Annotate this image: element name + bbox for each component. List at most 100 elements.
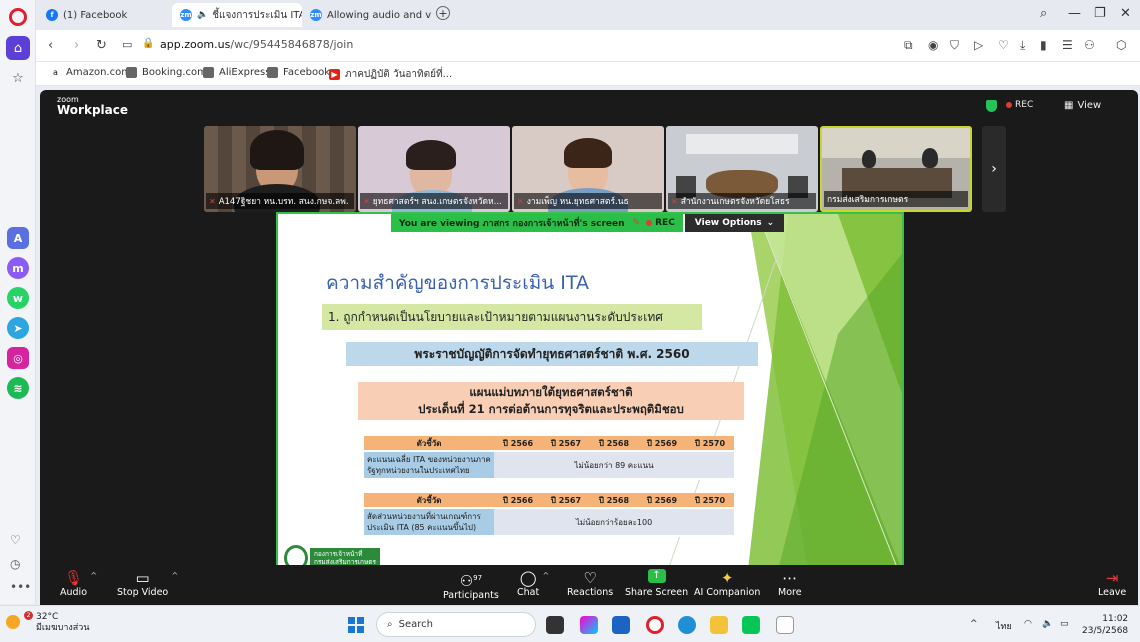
home-icon[interactable]: ⌂ [6,36,30,60]
audio-button[interactable]: 🎙 Audio ^ [60,569,97,598]
speaker-icon[interactable]: 🔈 [197,10,208,20]
restore-button[interactable]: ❐ [1094,6,1106,21]
battery-icon[interactable]: ▭ [1060,619,1069,629]
recording-indicator[interactable]: REC [1006,100,1033,110]
heart-icon[interactable]: ♡ [998,38,1009,52]
chat-button[interactable]: ◯ Chat ^ [517,569,549,598]
muted-mic-icon: ✎ [632,218,641,228]
spotify-icon[interactable]: ≋ [7,377,29,399]
chevron-up-icon[interactable]: ^ [90,571,97,580]
weather-widget[interactable]: 32°C มีเมฆบางส่วน [22,612,89,634]
muted-mic-icon: 🎙 [63,569,84,587]
reactions-button[interactable]: ♡ Reactions [567,569,613,598]
tab-zoom-audio[interactable]: zm Allowing audio and video [302,3,432,27]
reload-button[interactable]: ↻ [96,38,107,53]
slide-title: ความสำคัญของการประเมิน ITA [326,272,590,294]
tab-facebook[interactable]: f (1) Facebook [38,3,166,27]
volume-icon[interactable]: 🔈 [1042,619,1053,629]
minimize-button[interactable]: — [1068,6,1081,21]
encryption-shield-icon[interactable] [986,100,997,112]
participant-tile[interactable]: ✕ งามเพ็ญ หน.ยุทธศาสตร์.นธ [512,126,664,212]
aria-app-icon[interactable]: A [7,227,29,249]
back-button[interactable]: ‹ [48,38,53,53]
shield-icon[interactable]: ⛉ [950,38,959,53]
document-icon[interactable] [776,616,794,634]
weather-sun-icon[interactable] [6,615,20,629]
language-indicator[interactable]: ไทย [996,619,1012,633]
indicator-table-1: ตัวชี้วัด ปี 2566 ปี 2567 ปี 2568 ปี 256… [364,436,734,480]
stop-video-button[interactable]: ▭ Stop Video ^ [117,569,178,598]
tab-strip: f (1) Facebook zm 🔈 ชี้แจงการประเมิน ITA… [36,0,1140,30]
heart-icon[interactable]: ♡ [10,533,21,547]
task-view-icon[interactable] [546,616,564,634]
copilot-icon[interactable] [580,616,598,634]
download-icon[interactable]: ⤓ [1020,38,1025,53]
snapshot-icon[interactable]: ⧉ [904,38,913,53]
opera-logo-icon[interactable] [9,8,27,26]
zoom-icon: zm [310,9,322,21]
more-dots-icon[interactable]: ••• [10,580,31,594]
wifi-icon[interactable]: ◠ [1024,619,1032,629]
chevron-up-icon[interactable]: ^ [543,571,550,580]
tab-zoom-meeting[interactable]: zm 🔈 ชี้แจงการประเมิน ITA 256 [172,3,302,27]
star-icon[interactable]: ☆ [6,66,30,90]
whatsapp-icon[interactable]: w [7,287,29,309]
camera-permission-icon[interactable]: ▭ [122,38,132,51]
facebook-icon: f [46,9,58,21]
muted-mic-icon: ✕ [209,196,216,206]
battery-icon[interactable]: ▮ [1040,38,1047,52]
bookmark-booking[interactable]: Booking.com [126,67,207,78]
edge-icon[interactable] [678,616,696,634]
participants-button[interactable]: ⚇97 Participants [443,569,499,601]
search-tabs-icon[interactable]: ⌕ [1040,6,1047,21]
chevron-up-icon[interactable]: ^ [172,571,179,580]
url-field[interactable]: app.zoom.us/wc/95445846878/join [160,38,353,51]
camera-icon[interactable]: ◉ [928,38,938,52]
participant-tile[interactable]: ✕ A147ฐิชยา หน.บรท. สนง.กษจ.ลพ. [204,126,356,212]
chat-bubble-icon: ◯ [519,569,537,587]
leave-button[interactable]: ⇥ Leave [1098,569,1126,598]
instagram-icon[interactable]: ◎ [7,347,29,369]
extensions-icon[interactable]: ⬡ [1116,38,1126,52]
view-button[interactable]: ▦ View [1064,100,1101,111]
windows-start-icon[interactable] [348,617,364,633]
amazon-icon: a [53,68,58,77]
play-icon[interactable]: ▷ [974,38,983,52]
muted-mic-icon: ✕ [363,196,370,206]
ai-companion-button[interactable]: ✦ AI Companion [694,569,760,598]
easy-setup-icon[interactable]: ☰ [1062,38,1073,52]
telegram-icon[interactable]: ➤ [7,317,29,339]
participant-name: ✕ A147ฐิชยา หน.บรท. สนง.กษจ.ลพ. [206,193,354,209]
bookmark-youtube[interactable]: ▶ ภาคปฏิบัติ วันอาทิตย์ที่... [329,67,452,82]
table-header-row: ตัวชี้วัด ปี 2566 ปี 2567 ปี 2568 ปี 256… [364,436,734,451]
opera-taskbar-icon[interactable] [646,616,664,634]
next-participants-button[interactable]: › [982,126,1006,212]
participant-tile[interactable]: ✕ สำนักงานเกษตรจังหวัดยโสธร [666,126,818,212]
bookmark-amazon[interactable]: a Amazon.com [50,67,131,78]
forward-button[interactable]: › [74,38,79,53]
taskbar-search[interactable]: ⌕ Search [376,612,536,637]
heart-icon: ♡ [583,569,597,587]
sparkle-icon: ✦ [720,569,734,587]
more-button[interactable]: ⋯ More [778,569,802,598]
participant-tile[interactable]: ✕ ยุทธศาสตร์ฯ สนง.เกษตรจังหวัดห... [358,126,510,212]
bookmark-aliexpress[interactable]: AliExpress [203,67,270,78]
system-clock[interactable]: 11:02 23/5/2568 [1082,613,1128,637]
chevron-up-icon[interactable]: ^ [970,619,978,629]
close-window-button[interactable]: ✕ [1120,6,1131,21]
file-explorer-icon[interactable] [710,616,728,634]
line-app-icon[interactable] [742,616,760,634]
new-tab-button[interactable]: + [436,6,450,20]
leave-icon: ⇥ [1105,569,1119,587]
messenger-icon[interactable]: m [7,257,29,279]
history-icon[interactable]: ◷ [10,557,20,571]
shared-screen: ความสำคัญของการประเมิน ITA 1. ถูกกำหนดเป… [276,212,904,572]
share-screen-button[interactable]: ↑ Share Screen [625,569,688,598]
slide-act-box: พระราชบัญญัติการจัดทำยุทธศาสตร์ชาติ พ.ศ.… [346,342,758,366]
view-options-button[interactable]: View Options ⌄ [684,214,785,232]
profile-icon[interactable]: ⚇ [1084,38,1095,52]
lock-icon[interactable]: 🔒 [142,38,154,49]
participant-tile-active-speaker[interactable]: กรมส่งเสริมการเกษตร [820,126,972,212]
bookmark-facebook[interactable]: Facebook [267,67,330,78]
store-icon[interactable] [612,616,630,634]
